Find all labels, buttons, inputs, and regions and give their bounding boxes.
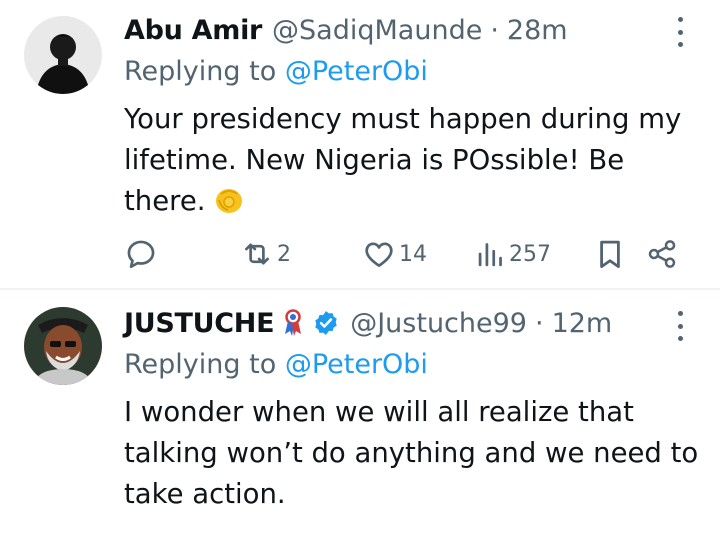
tweet-actions: 2 14 257 (124, 234, 684, 274)
separator-dot: · (534, 307, 544, 339)
tweet-header: JUSTUCHE @Justuche99 · 12m (124, 305, 650, 341)
verified-badge-icon (312, 309, 340, 337)
user-handle[interactable]: @SadiqMaunde (272, 15, 482, 46)
retweet-icon (245, 243, 269, 265)
avatar[interactable] (24, 16, 102, 94)
tweet-text-content: I wonder when we will all realize that t… (124, 396, 699, 510)
bookmark-icon (600, 240, 620, 268)
share-icon (648, 240, 676, 268)
mention-link[interactable]: @PeterObi (285, 349, 428, 380)
avatar-photo-icon (24, 307, 102, 385)
separator-dot: · (490, 14, 499, 46)
point-at-viewer-emoji (212, 182, 246, 228)
user-handle[interactable]: @Justuche99 (350, 308, 527, 339)
avatar[interactable] (24, 307, 102, 385)
timestamp[interactable]: 28m (507, 15, 568, 46)
timestamp[interactable]: 12m (552, 308, 613, 339)
reply-icon (127, 240, 155, 269)
avatar-photo-icon (24, 16, 102, 94)
heart-icon (365, 242, 393, 267)
reply-button[interactable] (124, 234, 158, 274)
replying-prefix: Replying to (124, 56, 285, 87)
tweet-text: Your presidency must happen during my li… (124, 99, 704, 228)
retweet-count: 2 (277, 241, 291, 267)
display-name[interactable]: JUSTUCHE (124, 308, 275, 339)
tweet-text: I wonder when we will all realize that t… (124, 392, 704, 515)
replying-to: Replying to @PeterObi (124, 349, 428, 385)
tweet-header: Abu Amir @SadiqMaunde · 28m (124, 12, 650, 48)
more-options-icon[interactable] (670, 311, 690, 341)
share-button[interactable] (646, 234, 678, 274)
more-options-icon[interactable] (670, 17, 690, 47)
retweet-button[interactable]: 2 (240, 234, 291, 274)
like-button[interactable]: 14 (362, 234, 427, 274)
tweet[interactable]: JUSTUCHE @Justuche99 · 12m Replying to @… (0, 290, 720, 536)
replying-to: Replying to @PeterObi (124, 56, 428, 92)
views-button[interactable]: 257 (476, 234, 551, 274)
tweet-text-content: Your presidency must happen during my li… (124, 103, 682, 217)
view-count: 257 (509, 241, 551, 267)
bookmark-button[interactable] (596, 234, 624, 274)
replying-prefix: Replying to (124, 349, 285, 380)
like-count: 14 (399, 241, 427, 267)
mention-link[interactable]: @PeterObi (285, 56, 428, 87)
views-chart-icon (478, 243, 502, 267)
ribbon-badge-icon (282, 308, 304, 338)
tweet[interactable]: Abu Amir @SadiqMaunde · 28m Replying to … (0, 0, 720, 288)
display-name[interactable]: Abu Amir (124, 15, 262, 46)
